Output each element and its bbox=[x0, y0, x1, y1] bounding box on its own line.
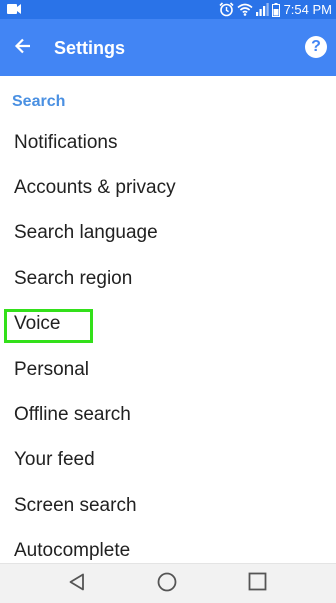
notification-icon bbox=[7, 3, 21, 15]
page-title: Settings bbox=[54, 38, 126, 58]
nav-back-button[interactable] bbox=[64, 571, 90, 597]
android-screen: 7:54 PM Settings ? Search Notifications … bbox=[0, 0, 336, 603]
section-header-search: Search bbox=[12, 93, 66, 110]
status-bar: 7:54 PM bbox=[0, 0, 336, 19]
settings-item-accounts-privacy[interactable]: Accounts & privacy bbox=[0, 165, 336, 210]
help-icon[interactable]: ? bbox=[305, 36, 327, 58]
back-button[interactable] bbox=[6, 31, 40, 65]
nav-recents-button[interactable] bbox=[244, 571, 270, 597]
signal-icon bbox=[255, 3, 269, 16]
settings-list: Notifications Accounts & privacy Search … bbox=[0, 120, 336, 574]
nav-home-button[interactable] bbox=[154, 571, 180, 597]
settings-item-personal[interactable]: Personal bbox=[0, 347, 336, 392]
status-time: 7:54 PM bbox=[283, 2, 332, 17]
home-circle-icon bbox=[157, 572, 177, 597]
settings-item-notifications[interactable]: Notifications bbox=[0, 120, 336, 165]
status-icons: 7:54 PM bbox=[219, 1, 332, 18]
wifi-icon bbox=[237, 3, 253, 16]
back-triangle-icon bbox=[68, 573, 86, 596]
settings-item-search-language[interactable]: Search language bbox=[0, 211, 336, 256]
app-bar: Settings ? bbox=[0, 19, 336, 76]
settings-item-voice[interactable]: Voice bbox=[0, 302, 336, 347]
settings-item-search-region[interactable]: Search region bbox=[0, 256, 336, 301]
settings-item-screen-search[interactable]: Screen search bbox=[0, 483, 336, 528]
recents-square-icon bbox=[248, 572, 267, 596]
alarm-icon bbox=[219, 2, 234, 17]
settings-item-your-feed[interactable]: Your feed bbox=[0, 438, 336, 483]
settings-item-offline-search[interactable]: Offline search bbox=[0, 392, 336, 437]
battery-icon bbox=[271, 2, 280, 17]
arrow-back-icon bbox=[14, 37, 32, 60]
navigation-bar bbox=[0, 563, 336, 603]
